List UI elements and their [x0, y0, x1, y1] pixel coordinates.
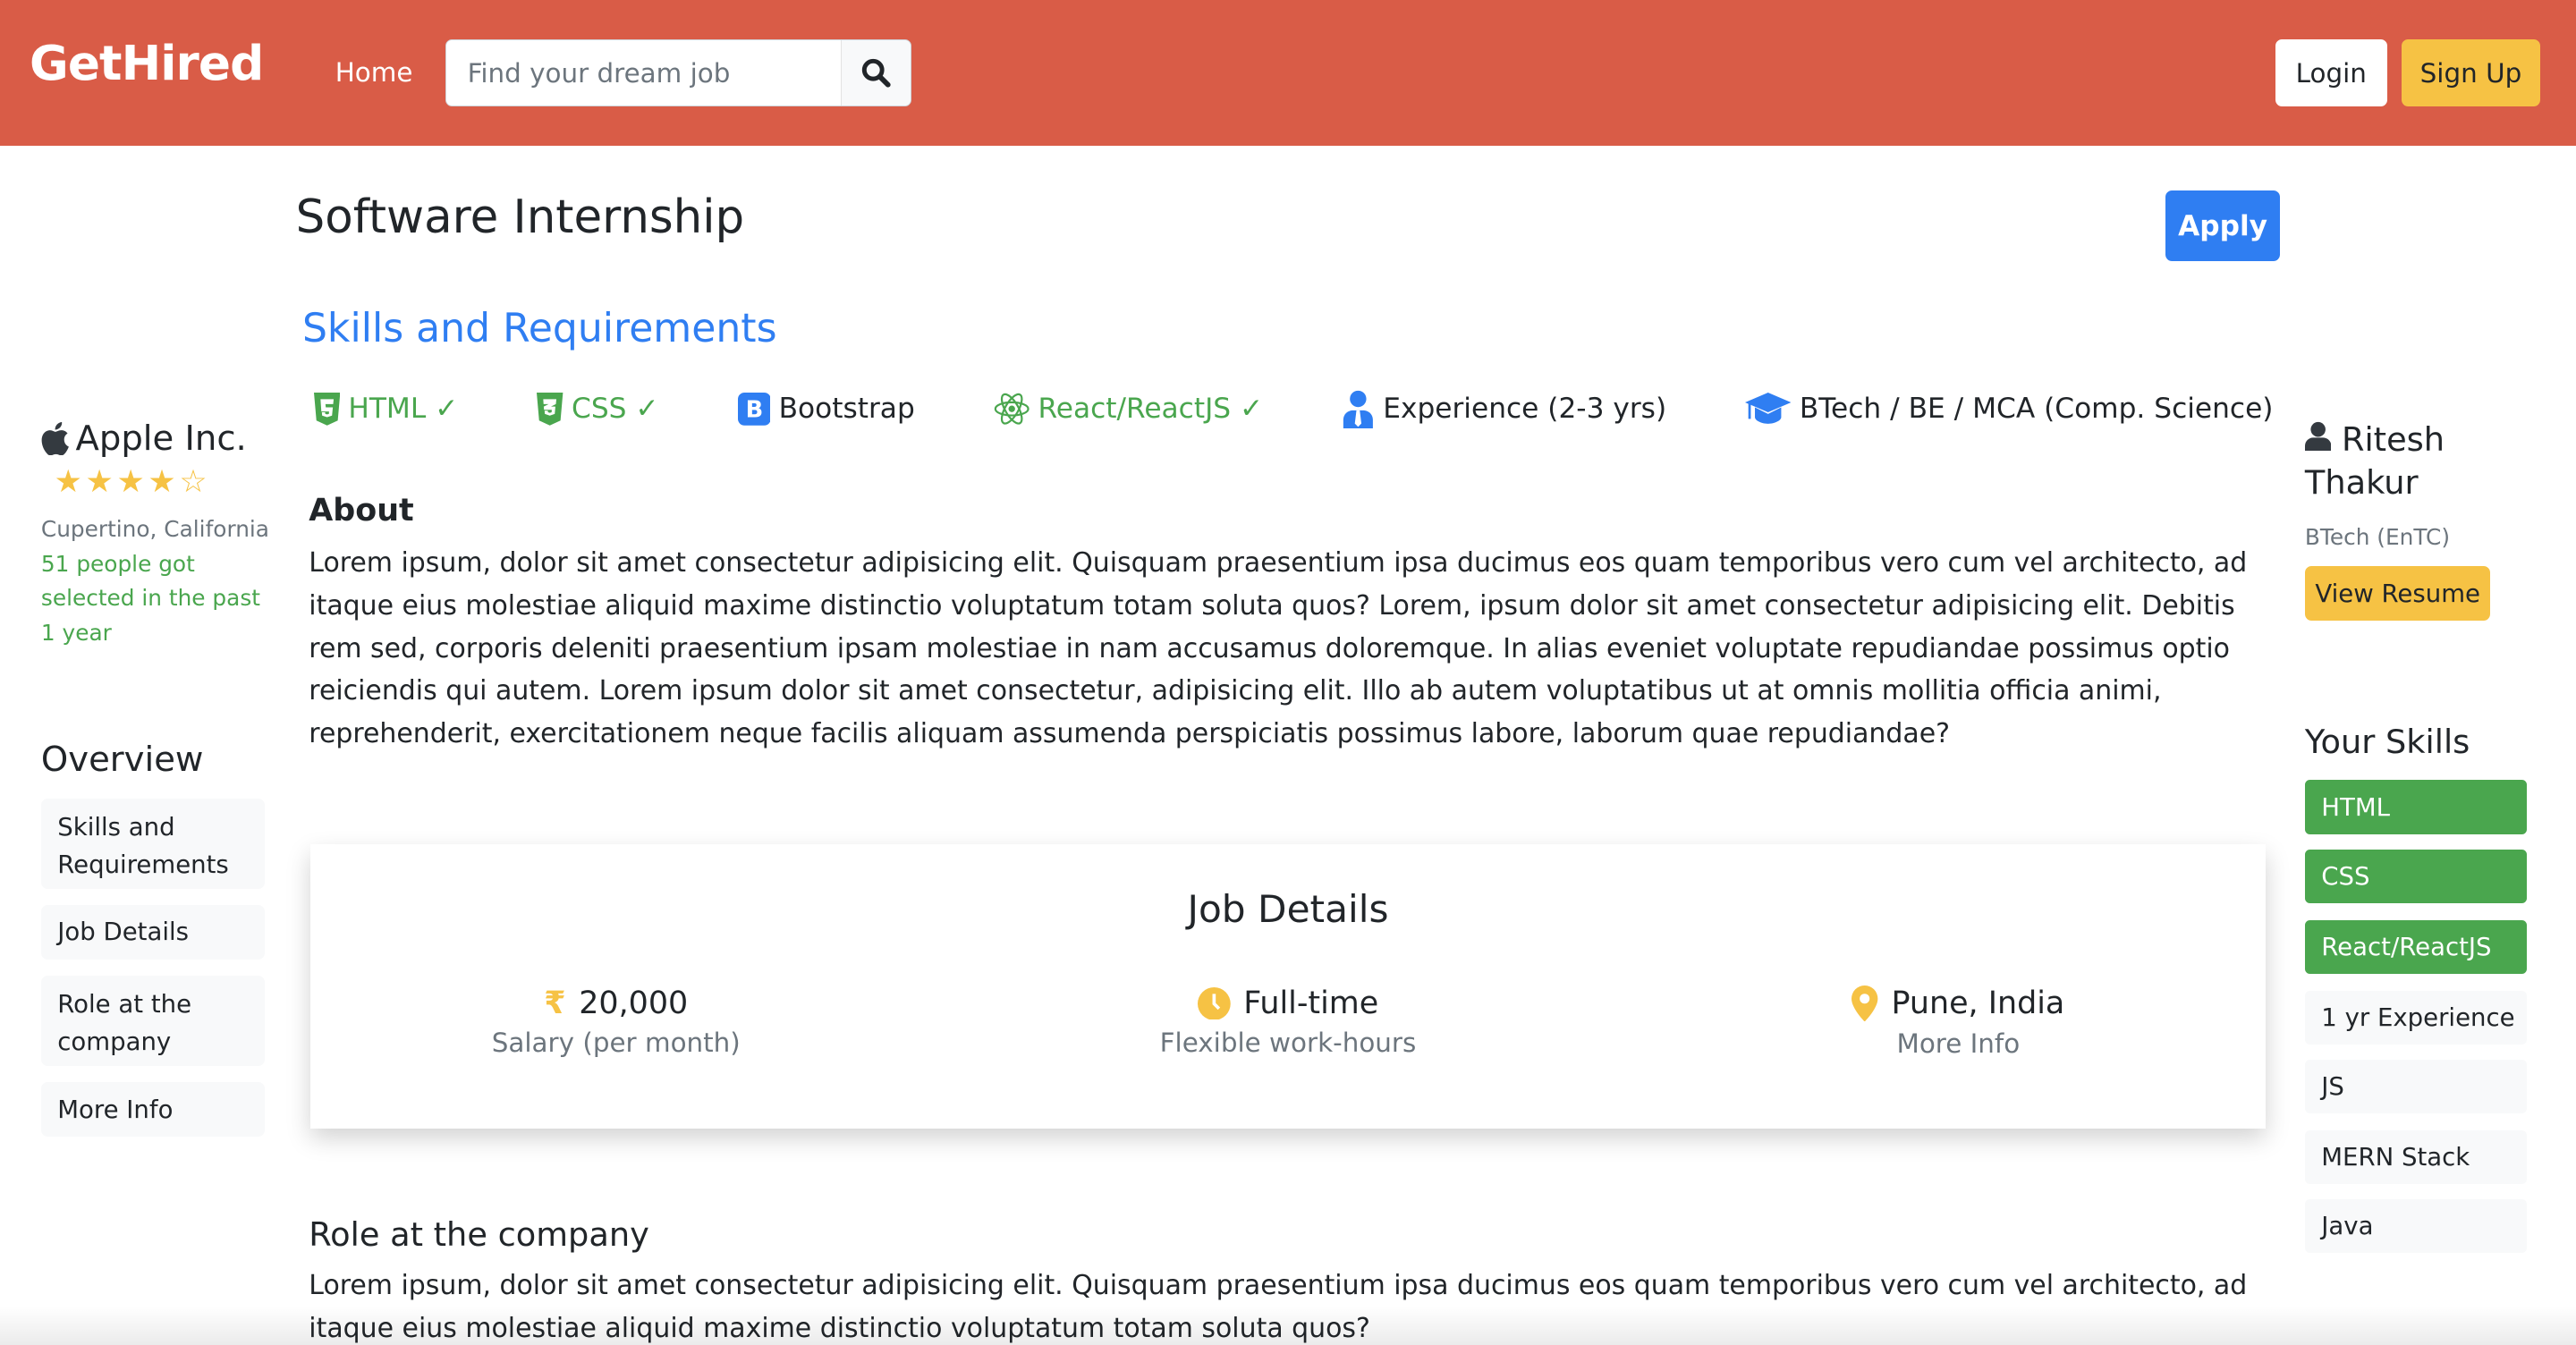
apple-icon: [41, 422, 69, 456]
page: GetHired Home Login Sign Up Software Int…: [0, 0, 2576, 1345]
job-type-block: Full-time Flexible work-hours: [1159, 985, 1417, 1059]
nav-home-link[interactable]: Home: [335, 57, 413, 88]
about-heading: About: [309, 493, 414, 529]
bottom-shadow: [0, 1306, 2576, 1345]
graduation-cap-icon: [1745, 392, 1792, 424]
clock-icon: [1197, 986, 1231, 1020]
search-icon: [862, 59, 891, 88]
skill-html: HTML ✓: [313, 389, 458, 428]
overview-link-role[interactable]: Role at the company: [40, 976, 265, 1067]
search-button[interactable]: [841, 40, 911, 106]
star-filled-icon: ★★★★: [54, 463, 180, 500]
rating-stars: ★★★★☆: [55, 464, 271, 500]
skills-list: HTML ✓ CSS ✓ B Bootstrap React/ReactJS ✓…: [313, 389, 2352, 429]
apply-button[interactable]: Apply: [2165, 190, 2281, 262]
your-skill-item: 1 yr Experience: [2304, 990, 2527, 1045]
your-skill-item: MERN Stack: [2304, 1129, 2527, 1185]
job-details-heading: Job Details: [1187, 886, 1389, 931]
role-heading: Role at the company: [309, 1215, 649, 1255]
company-location: Cupertino, California: [40, 516, 269, 543]
navbar: GetHired Home Login Sign Up: [0, 0, 2576, 147]
search-input[interactable]: [445, 40, 842, 106]
overview-heading: Overview: [40, 739, 204, 780]
signup-button[interactable]: Sign Up: [2402, 39, 2540, 107]
your-skill-item: HTML: [2304, 780, 2527, 835]
login-button[interactable]: Login: [2275, 39, 2387, 107]
map-pin-icon: [1852, 985, 1878, 1022]
job-details-card: Job Details ₹20,000 Salary (per month) F…: [310, 844, 2266, 1129]
skill-css: CSS ✓: [537, 389, 659, 428]
css3-icon: [537, 392, 564, 426]
skill-experience: Experience (2-3 yrs): [1342, 389, 1666, 429]
your-skill-item: React/ReactJS: [2304, 919, 2527, 975]
more-info-link[interactable]: More Info: [1712, 1028, 2205, 1059]
company-info: Apple Inc. ★★★★☆ Cupertino, California 5…: [41, 419, 271, 650]
salary-block: ₹20,000 Salary (per month): [491, 985, 741, 1059]
skill-react: React/ReactJS ✓: [994, 389, 1263, 428]
user-icon: [2304, 422, 2332, 452]
your-skill-item: CSS: [2304, 849, 2527, 904]
about-text: Lorem ipsum, dolor sit amet consectetur …: [309, 547, 2248, 750]
search-bar: [445, 39, 912, 107]
company-name: Apple Inc.: [41, 419, 271, 459]
rupee-icon: ₹: [544, 985, 566, 1022]
view-resume-button[interactable]: View Resume: [2304, 566, 2491, 621]
star-empty-icon: ☆: [179, 463, 211, 500]
brand-logo[interactable]: GetHired: [30, 36, 264, 91]
your-skill-item: Java: [2304, 1198, 2527, 1254]
skill-bootstrap: B Bootstrap: [737, 389, 915, 428]
bootstrap-icon: B: [737, 392, 771, 426]
html5-icon: [313, 392, 341, 426]
user-tie-icon: [1343, 391, 1374, 429]
overview-link-more-info[interactable]: More Info: [40, 1082, 265, 1137]
skill-degree: BTech / BE / MCA (Comp. Science): [1745, 389, 2273, 428]
your-skill-item: JS: [2304, 1059, 2527, 1114]
user-name: Ritesh Thakur: [2304, 420, 2445, 503]
your-skills-heading: Your Skills: [2304, 723, 2470, 762]
job-title: Software Internship: [295, 190, 745, 245]
overview-link-skills[interactable]: Skills and Requirements: [40, 798, 265, 889]
user-panel: Ritesh Thakur BTech (EnTC) View Resume: [2304, 419, 2552, 621]
user-degree: BTech (EnTC): [2304, 523, 2450, 550]
skills-heading: Skills and Requirements: [301, 305, 777, 351]
react-icon: [994, 393, 1030, 425]
svg-text:B: B: [745, 397, 763, 424]
selection-stat: 51 people got selected in the past 1 yea…: [40, 550, 260, 646]
overview-link-job-details[interactable]: Job Details: [40, 905, 265, 960]
location-block: Pune, India More Info: [1712, 985, 2205, 1059]
